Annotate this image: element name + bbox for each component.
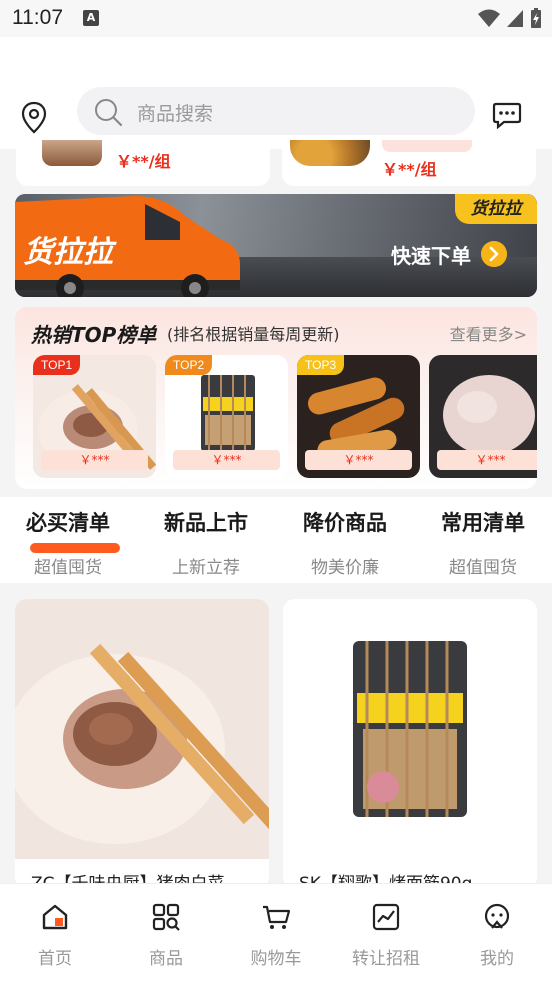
product-price: ￥**/组	[382, 160, 437, 179]
svg-text:货拉拉: 货拉拉	[23, 235, 117, 270]
tab-title: 常用清单	[441, 511, 525, 535]
home-icon	[42, 904, 68, 930]
tab-subtitle: 物美价廉	[311, 558, 379, 578]
tab-price-drop[interactable]: 降价商品 物美价廉	[285, 507, 405, 578]
status-icons	[478, 7, 542, 29]
nav-transfer-lease[interactable]: 转让招租	[346, 902, 426, 969]
tab-title: 降价商品	[303, 511, 387, 535]
grid-search-icon	[152, 903, 180, 931]
wifi-icon	[478, 9, 500, 27]
signal-icon	[507, 10, 523, 27]
battery-icon	[531, 8, 541, 28]
tab-subtitle: 超值囤货	[449, 558, 517, 578]
rank-price: ￥***	[173, 450, 280, 470]
product-price: ￥**/组	[116, 152, 171, 171]
quick-order-label: 快速下单	[391, 244, 471, 268]
van-image: 货拉拉	[15, 196, 240, 297]
hot-list-title: 热销TOP榜单	[31, 323, 157, 347]
tab-subtitle: 超值囤货	[34, 558, 102, 578]
product-image	[15, 599, 269, 859]
brand-badge: 货拉拉	[455, 194, 537, 224]
product-thumbnail	[290, 140, 370, 166]
hot-top-list: 热销TOP榜单 (排名根据销量每周更新) 查看更多> TOP1 ￥*** TOP…	[15, 307, 537, 489]
rank-price: ￥***	[305, 450, 412, 470]
rank-ribbon: TOP1	[33, 355, 81, 375]
search-bar[interactable]: 商品搜索	[77, 87, 475, 135]
nav-home[interactable]: 首页	[15, 902, 95, 969]
message-icon[interactable]	[492, 101, 522, 129]
hot-item-3[interactable]: TOP3 ￥***	[297, 355, 420, 478]
arrow-right-icon[interactable]	[481, 241, 507, 267]
hot-item-2[interactable]: TOP2 ￥***	[165, 355, 288, 478]
product-card[interactable]: SK【翔歌】烤面筋90g	[283, 599, 537, 889]
status-bar: 11:07 A	[0, 0, 552, 37]
price-tag	[382, 140, 472, 152]
chart-icon	[372, 903, 400, 931]
tab-frequent-list[interactable]: 常用清单 超值囤货	[423, 507, 543, 578]
product-thumbnail	[42, 140, 102, 166]
rank-price: ￥***	[41, 450, 148, 470]
notification-a-icon: A	[83, 10, 99, 26]
tab-title: 新品上市	[164, 511, 248, 535]
partial-product-card[interactable]: ￥**/组	[282, 140, 536, 186]
nav-label: 商品	[149, 949, 183, 969]
search-icon	[95, 99, 123, 127]
tab-new-arrivals[interactable]: 新品上市 上新立荐	[146, 507, 266, 578]
nav-label: 首页	[38, 949, 72, 969]
tab-title: 必买清单	[26, 511, 110, 535]
tab-subtitle: 上新立荐	[172, 558, 240, 578]
cart-icon	[263, 905, 291, 929]
search-placeholder: 商品搜索	[137, 103, 214, 125]
partial-product-card[interactable]: ￥**/组	[16, 140, 270, 186]
product-card[interactable]: ZC【千味央厨】猪肉白菜	[15, 599, 269, 889]
nav-label: 购物车	[250, 949, 302, 969]
top-header: 商品搜索	[0, 37, 552, 149]
nav-products[interactable]: 商品	[126, 902, 206, 969]
profile-icon	[484, 903, 510, 929]
location-pin-icon[interactable]	[20, 101, 48, 135]
hot-item-1[interactable]: TOP1 ￥***	[33, 355, 156, 478]
rank-price: ￥***	[437, 450, 537, 470]
rank-ribbon: TOP2	[165, 355, 213, 375]
promo-banner[interactable]: 货拉拉 货拉拉 快速下单	[15, 194, 537, 297]
nav-cart[interactable]: 购物车	[236, 902, 316, 969]
active-tab-indicator	[30, 543, 120, 553]
bottom-navigation: 首页 商品 购物车 转让招租 我的	[0, 883, 552, 983]
hot-item-4[interactable]: ￥***	[429, 355, 537, 478]
category-tabs: 必买清单 超值囤货 新品上市 上新立荐 降价商品 物美价廉 常用清单 超值囤货	[0, 497, 552, 583]
hot-list-subtitle: (排名根据销量每周更新)	[167, 325, 340, 344]
nav-label: 我的	[480, 949, 514, 969]
nav-profile[interactable]: 我的	[457, 902, 537, 969]
nav-label: 转让招租	[352, 949, 420, 969]
tab-must-buy[interactable]: 必买清单 超值囤货	[8, 507, 128, 578]
see-more-link[interactable]: 查看更多>	[450, 321, 527, 345]
product-image	[283, 599, 537, 859]
rank-ribbon: TOP3	[297, 355, 345, 375]
status-time: 11:07	[12, 6, 63, 29]
